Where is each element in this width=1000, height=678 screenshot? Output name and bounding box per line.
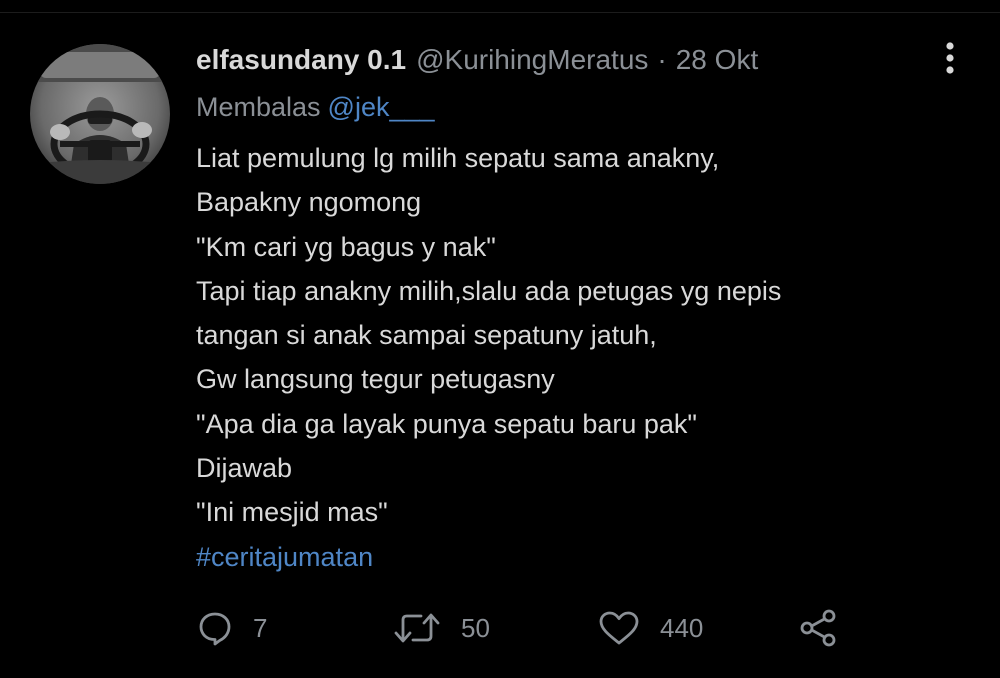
like-count: 440 (660, 612, 704, 643)
tweet-actions: 7 50 440 (0, 604, 1000, 652)
tweet-text-line: Gw langsung tegur petugasny (196, 364, 555, 395)
header-separator: · (657, 44, 667, 75)
retweet-icon (394, 613, 440, 643)
top-divider (0, 12, 1000, 13)
more-options-button[interactable] (930, 38, 970, 78)
like-button[interactable]: 440 (598, 604, 703, 652)
reply-button[interactable]: 7 (197, 604, 267, 652)
tweet-header: elfasundany 0.1 @KurihingMeratus · 28 Ok… (196, 38, 758, 82)
tweet-text-line: tangan si anak sampai sepatuny jatuh, (196, 320, 657, 351)
tweet-text-line: Dijawab (196, 453, 293, 484)
reply-count: 7 (253, 612, 268, 643)
more-vertical-icon (946, 42, 954, 74)
avatar-photo (30, 44, 170, 184)
tweet-text-line: "Apa dia ga layak punya sepatu baru pak" (196, 408, 698, 439)
avatar[interactable] (30, 44, 170, 184)
replying-to: Membalas @jek___ (196, 86, 435, 128)
heart-icon (599, 611, 639, 645)
hashtag-link[interactable]: #ceritajumatan (196, 535, 956, 579)
retweet-button[interactable]: 50 (393, 604, 490, 652)
tweet-text-line: Liat pemulung lg milih sepatu sama anakn… (196, 143, 720, 173)
share-icon (800, 609, 836, 647)
tweet-text-line: "Km cari yg bagus y nak" (196, 231, 496, 262)
tweet-text-line: Bapakny ngomong (196, 187, 422, 218)
tweet-text-line: "Ini mesjid mas" (196, 497, 388, 528)
comment-icon (199, 612, 231, 646)
author-handle[interactable]: @KurihingMeratus (416, 44, 648, 76)
share-button[interactable] (798, 604, 838, 652)
retweet-count: 50 (461, 612, 490, 643)
reply-prefix: Membalas (196, 91, 321, 122)
author-display-name[interactable]: elfasundany 0.1 (196, 44, 406, 76)
tweet-date[interactable]: 28 Okt (676, 44, 758, 76)
tweet-text: Liat pemulung lg milih sepatu sama anakn… (196, 136, 956, 579)
tweet-text-line: Tapi tiap anakny milih,slalu ada petugas… (196, 275, 782, 306)
reply-mention-link[interactable]: @jek___ (328, 92, 435, 123)
